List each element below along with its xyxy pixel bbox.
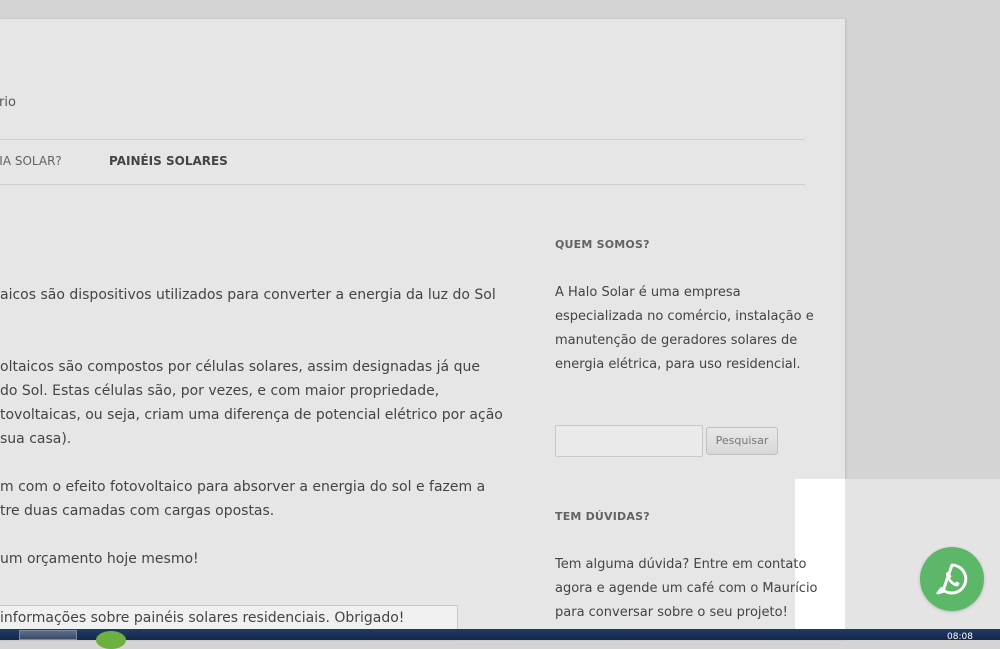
content-paragraph: m com o efeito fotovoltaico para absorve… <box>0 479 486 519</box>
contact-widget-title: TEM DÚVIDAS? <box>555 510 650 523</box>
message-field-value: informações sobre painéis solares reside… <box>0 610 405 626</box>
search-button[interactable]: Pesquisar <box>706 427 778 455</box>
nav-divider-bottom <box>0 184 805 185</box>
taskbar-app-icon[interactable] <box>96 631 126 649</box>
taskbar-window-button[interactable] <box>19 630 77 640</box>
content-paragraph: um orçamento hoje mesmo! <box>0 551 199 567</box>
nav-item-paineis-solares[interactable]: PAINÉIS SOLARES <box>109 154 228 168</box>
about-widget-title: QUEM SOMOS? <box>555 238 650 251</box>
search-input[interactable] <box>555 425 703 457</box>
about-widget-text: A Halo Solar é uma empresa especializada… <box>555 285 814 372</box>
nav-divider-top <box>0 139 805 140</box>
whatsapp-icon <box>936 563 968 595</box>
nav-item-energia-solar[interactable]: GIA SOLAR? <box>0 154 62 168</box>
content-paragraph: oltaicos são compostos por células solar… <box>0 359 503 447</box>
site-tagline: rio <box>0 95 16 110</box>
contact-widget-text: Tem alguma dúvida? Entre em contato agor… <box>555 557 818 620</box>
content-paragraph: aicos são dispositivos utilizados para c… <box>0 287 496 303</box>
taskbar-clock: 08:08 <box>947 632 973 642</box>
whatsapp-button[interactable] <box>920 547 984 611</box>
os-taskbar <box>0 629 1000 640</box>
